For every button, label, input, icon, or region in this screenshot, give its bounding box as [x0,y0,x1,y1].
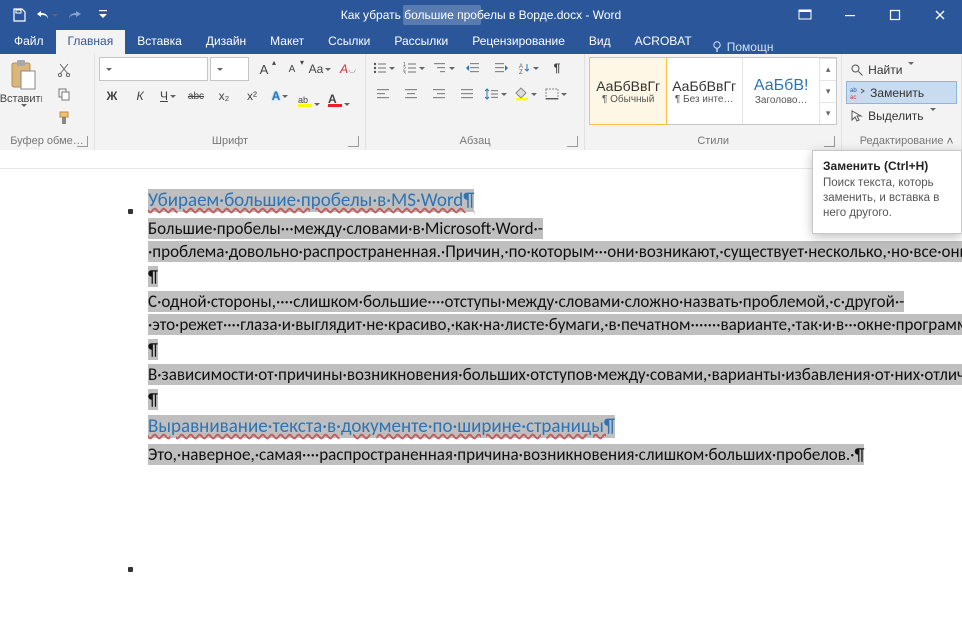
shrink-font-button[interactable]: A▾ [279,58,305,80]
borders-button[interactable] [542,83,570,105]
highlight-button[interactable]: ab [295,85,323,107]
tab-view[interactable]: Вид [577,30,623,54]
maximize-icon[interactable] [872,0,917,29]
clipboard-launcher[interactable] [77,136,88,147]
show-marks-button[interactable]: ¶ [544,57,570,79]
tab-insert[interactable]: Вставка [125,30,194,54]
styles-up[interactable]: ▴ [820,58,836,80]
svg-text:ac: ac [850,95,856,100]
undo-icon[interactable] [34,3,60,27]
italic-button[interactable]: К [127,85,153,107]
body-text: В·зависимости·от·причины·возникновения·б… [148,364,962,385]
shading-button[interactable] [512,83,540,105]
ribbon-display-icon[interactable] [782,0,827,29]
redo-icon[interactable] [62,3,88,27]
close-icon[interactable] [917,0,962,29]
tab-review[interactable]: Рецензирование [460,30,577,54]
clear-format-button[interactable]: A◡ [335,58,361,80]
align-justify-button[interactable] [454,83,480,105]
body-text: Это,·наверное,·самая····распространенная… [148,444,864,465]
cut-button[interactable] [42,59,86,81]
group-editing-label: Редактирование [846,134,957,150]
find-button[interactable]: Найти [846,59,957,80]
para-mark: ¶ [148,266,158,287]
style-no-spacing[interactable]: АаБбВвГг¶ Без инте… [666,58,743,124]
replace-tooltip: Заменить (Ctrl+H) Поиск текста, которь з… [812,150,962,234]
outdent-button[interactable] [460,57,486,79]
collapse-ribbon-icon[interactable]: ˄ [942,134,958,148]
minimize-icon[interactable] [827,0,872,29]
tab-home[interactable]: Главная [56,30,126,54]
tab-acrobat[interactable]: ACROBAT [623,30,704,54]
bullet-icon [128,209,133,214]
tab-layout[interactable]: Макет [258,30,316,54]
para-mark: ¶ [148,389,158,410]
svg-text:ab: ab [850,88,857,94]
line-spacing-button[interactable] [482,83,510,105]
qat-customize-icon[interactable] [90,3,116,27]
tab-mailings[interactable]: Рассылки [382,30,460,54]
paragraph-launcher[interactable] [567,136,578,147]
superscript-button[interactable]: x² [239,85,265,107]
heading: Убираем·большие·пробелы·в·MS·Word¶ [148,189,474,212]
styles-more[interactable]: ▾ [820,102,836,124]
styles-down[interactable]: ▾ [820,80,836,102]
font-name-combo[interactable] [99,57,208,81]
para-mark: ¶ [148,339,158,360]
save-icon[interactable] [6,3,32,27]
heading: Выравнивание·текста·в·документе·по·ширин… [148,415,615,438]
multilevel-button[interactable] [430,57,458,79]
sort-button[interactable]: AZ [516,57,542,79]
bullet-icon [128,567,133,572]
bullets-button[interactable] [370,57,398,79]
copy-button[interactable] [42,83,86,105]
align-center-button[interactable] [398,83,424,105]
align-left-button[interactable] [370,83,396,105]
font-size-combo[interactable] [210,57,249,81]
font-color-button[interactable]: A [325,85,353,107]
strike-button[interactable]: abc [183,85,209,107]
tab-file[interactable]: Файл [2,30,56,54]
svg-text:3: 3 [403,71,406,74]
style-normal[interactable]: АаБбВвГг¶ Обычный [589,57,667,125]
svg-text:Z: Z [519,70,523,74]
subscript-button[interactable]: x₂ [211,85,237,107]
styles-launcher[interactable] [824,136,835,147]
indent-button[interactable] [488,57,514,79]
tab-references[interactable]: Ссылки [316,30,382,54]
group-styles-label: Стили [589,134,837,150]
underline-button[interactable]: Ч [155,85,181,107]
paste-button[interactable]: Вставить [4,57,42,125]
group-clipboard-label: Буфер обме… [4,134,90,150]
replace-button[interactable]: abacЗаменить [846,81,957,104]
document-title: Как убрать большие пробелы в Ворде.docx … [341,8,621,22]
style-heading1[interactable]: АаБбВ!Заголово… [743,58,820,124]
font-launcher[interactable] [348,136,359,147]
bold-button[interactable]: Ж [99,85,125,107]
styles-gallery[interactable]: АаБбВвГг¶ Обычный АаБбВвГг¶ Без инте… Аа… [589,57,837,125]
group-paragraph-label: Абзац [370,134,580,150]
numbering-button[interactable]: 123 [400,57,428,79]
select-button[interactable]: Выделить [846,105,957,126]
format-painter-button[interactable] [42,107,86,129]
grow-font-button[interactable]: A▴ [251,58,277,80]
text-effects-button[interactable]: A [267,85,293,107]
change-case-button[interactable]: Aa [307,58,333,80]
align-right-button[interactable] [426,83,452,105]
group-font-label: Шрифт [99,134,361,150]
tell-me[interactable]: Помощн [710,40,774,54]
body-text: С·одной·стороны,····слишком·большие····о… [148,291,962,335]
tab-design[interactable]: Дизайн [194,30,258,54]
